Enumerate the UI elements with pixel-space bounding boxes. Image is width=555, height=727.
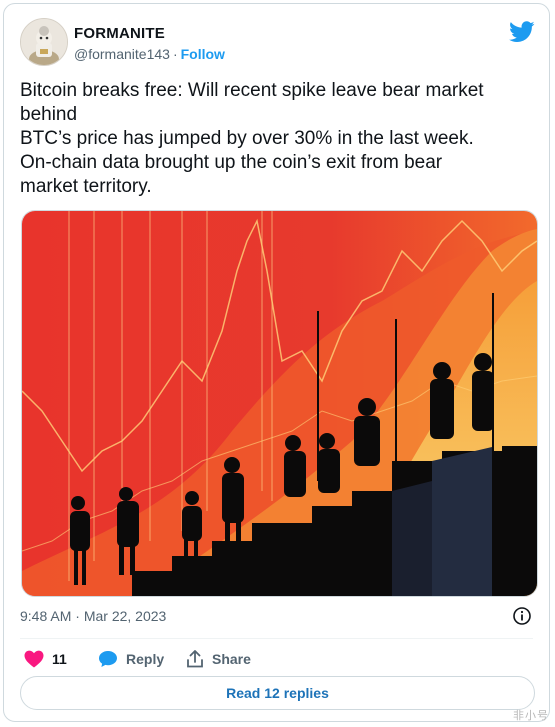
tweet-time: 9:48 AM: [20, 608, 72, 624]
tweet-header: FORMANITE @formanite143 · Follow: [20, 16, 535, 66]
tweet-timestamp[interactable]: 9:48 AM · Mar 22, 2023: [20, 608, 166, 624]
heart-icon: [24, 650, 44, 668]
like-button[interactable]: 11: [24, 647, 67, 671]
tweet-line: behind: [20, 104, 78, 125]
read-replies-button[interactable]: Read 12 replies: [20, 676, 535, 710]
follow-button[interactable]: Follow: [181, 46, 225, 62]
tweet-text: Bitcoin breaks free: Will recent spike l…: [20, 79, 535, 199]
handle-row: @formanite143 · Follow: [74, 46, 225, 62]
speech-bubble-icon: [99, 651, 117, 667]
twitter-bird-icon[interactable]: [509, 21, 535, 43]
tweet-card: FORMANITE @formanite143 · Follow Bitcoin b…: [3, 3, 550, 722]
reply-label: Reply: [126, 651, 165, 667]
tweet-line: On-chain data brought up the coin’s exit…: [20, 152, 443, 173]
timestamp-separator: ·: [75, 608, 80, 624]
watermark-text: 非小号: [513, 710, 549, 722]
tweet-line: Bitcoin breaks free: Will recent spike l…: [20, 80, 484, 101]
bitcoin-illustration: [22, 211, 537, 596]
like-count: 11: [52, 651, 67, 667]
share-button[interactable]: Share: [186, 647, 251, 671]
tweet-line: market territory.: [20, 176, 152, 197]
tweet-date: Mar 22, 2023: [83, 608, 167, 624]
info-icon[interactable]: [512, 606, 532, 626]
reply-button[interactable]: Reply: [98, 647, 164, 671]
avatar[interactable]: [20, 18, 68, 66]
tweet-line: BTC’s price has jumped by over 30% in th…: [20, 128, 474, 149]
separator-dot: ·: [172, 46, 178, 62]
avatar-image: [21, 19, 67, 65]
user-handle[interactable]: @formanite143: [74, 46, 170, 62]
share-upload-icon: [187, 650, 203, 668]
share-label: Share: [212, 651, 251, 667]
tweet-media-image[interactable]: [21, 210, 538, 597]
divider: [20, 638, 533, 639]
user-name[interactable]: FORMANITE: [74, 25, 165, 42]
